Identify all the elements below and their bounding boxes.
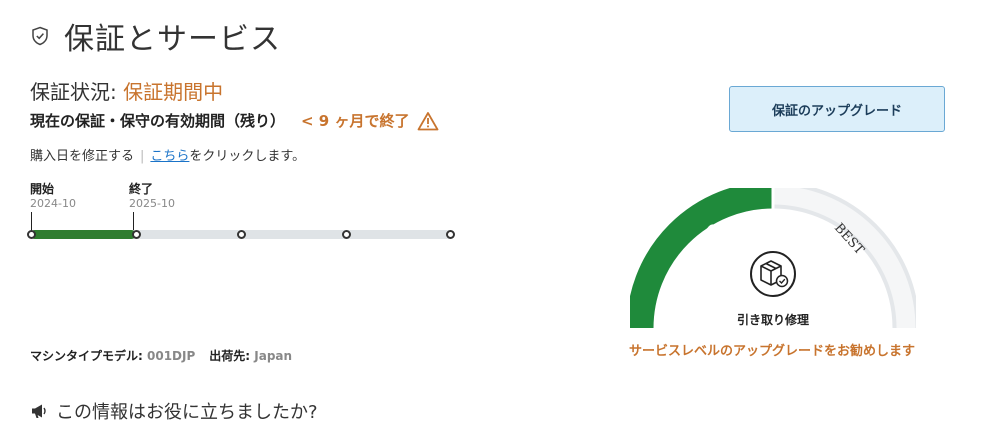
- timeline-dot: [446, 230, 455, 239]
- ship-label: 出荷先: [209, 349, 246, 363]
- warranty-timeline: 開始 2024-10 終了 2025-10: [24, 178, 464, 248]
- service-level-gauge: GOOD BEST 引き取り修理: [630, 188, 916, 329]
- warranty-remaining-value: < 9 ヶ月で終了: [301, 112, 410, 130]
- model-label: マシンタイプモデル: [30, 349, 139, 363]
- package-check-icon: [750, 251, 796, 297]
- upgrade-recommendation: サービスレベルのアップグレードをお勧めします: [628, 344, 915, 359]
- timeline-end-date: 2025-10: [129, 197, 175, 210]
- feedback-question: この情報はお役に立ちましたか?: [56, 402, 318, 423]
- timeline-progress: [30, 230, 136, 239]
- feedback-prompt[interactable]: この情報はお役に立ちましたか?: [30, 398, 318, 424]
- service-name: 引き取り修理: [737, 312, 809, 327]
- ship-value: Japan: [254, 349, 293, 363]
- timeline-end-label: 終了: [129, 182, 154, 196]
- megaphone-icon: [32, 404, 46, 418]
- model-value: 001DJP: [147, 349, 196, 363]
- timeline-start-label: 開始: [30, 182, 55, 196]
- timeline-start-date: 2024-10: [30, 197, 76, 210]
- upgrade-warranty-button[interactable]: 保証のアップグレード: [729, 86, 945, 132]
- purchase-date-edit: 購入日を修正する | こちらをクリックします。: [30, 145, 305, 164]
- warranty-remaining-label: 現在の保証・保守の有効期間（残り）: [30, 112, 286, 130]
- machine-info: マシンタイプモデル: 001DJP 出荷先: Japan: [30, 349, 293, 363]
- timeline-dot: [342, 230, 351, 239]
- purchase-text-after: をクリックします。: [189, 149, 306, 164]
- page-title: 保証とサービス: [64, 22, 281, 57]
- warranty-status: 保証状況: 保証期間中: [30, 76, 223, 105]
- purchase-text: 購入日を修正する: [30, 149, 135, 164]
- timeline-dot: [237, 230, 246, 239]
- warranty-status-value: 保証期間中: [123, 80, 224, 104]
- timeline-dot: [27, 230, 36, 239]
- warranty-page: 保証とサービス 保証状況: 保証期間中 現在の保証・保守の有効期間（残り） < …: [0, 0, 992, 436]
- warranty-remaining: 現在の保証・保守の有効期間（残り） < 9 ヶ月で終了: [30, 110, 439, 131]
- warning-triangle-icon: [418, 111, 439, 130]
- shield-check-icon: [32, 26, 48, 46]
- timeline-start-tick: [31, 212, 32, 232]
- gauge-good-segment: [630, 188, 774, 329]
- timeline-end-tick: [133, 212, 134, 232]
- timeline-dot: [132, 230, 141, 239]
- warranty-status-label: 保証状況:: [30, 80, 124, 104]
- purchase-separator: |: [140, 149, 145, 164]
- purchase-edit-link[interactable]: こちら: [150, 149, 189, 164]
- page-header: 保証とサービス: [30, 14, 281, 58]
